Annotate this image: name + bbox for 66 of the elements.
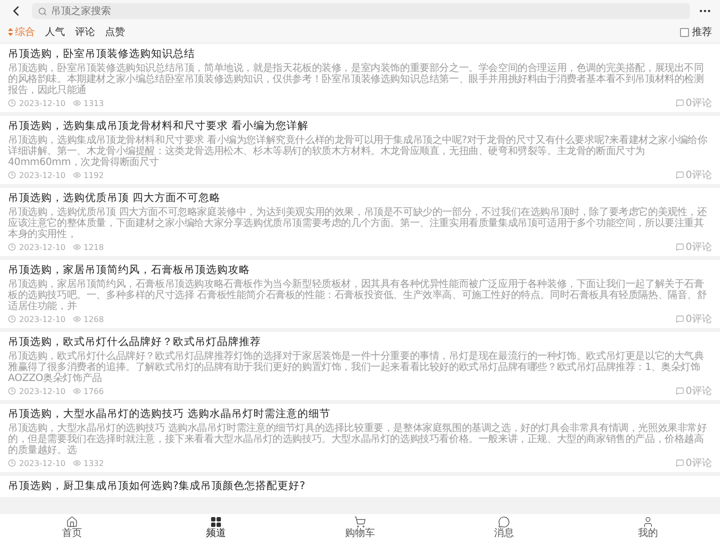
article-title: 吊顶选购，选购集成吊顶龙骨材料和尺寸要求 看小编为您详解 <box>8 120 310 133</box>
comment-icon <box>676 99 684 107</box>
article-card[interactable]: 吊顶选购，厨卫集成吊顶如何选购?集成吊顶颜色怎搭配更好? <box>0 476 720 497</box>
view-count: 1218 <box>84 242 104 252</box>
clock-icon <box>8 99 16 107</box>
article-date: 2023-12-10 <box>19 458 66 468</box>
article-summary: 吊顶选购，选购集成吊顶龙骨材料和尺寸要求 看小编为您详解究竟什么样的龙骨可以用于集成吊顶之中呢?对于龙骨的尺寸又有什么要求呢?来看建材之家小编给你详细讲解。第一、木龙骨小编提醒：这类龙骨选用松木、杉木等易钉的软质木方材料。木龙骨应顺直，无扭曲、硬弯和劈裂等。主龙骨的断面尺寸为40mm60mm，次龙骨得断面尺寸 <box>8 135 708 168</box>
article-title: 吊顶选购，大型水晶吊灯的选购技巧 选购水晶吊灯时需注意的细节 <box>8 408 332 421</box>
article-summary: 吊顶选购，选购优质吊顶 四大方面不可忽略家庭装修中，为达到美观实用的效果，吊顶是不可缺少的一部分，不过我们在选购吊顶时，除了要考虑它的美观性，还应该注意它的整体质量，下面建材之家小编给大家分享选购优质吊顶需要考虑的几个方面。第一、注重实用看质量集成吊顶可适用于多个功能空间，所以要注重其本身的实用性， <box>8 207 708 240</box>
view-count: 1766 <box>84 386 104 396</box>
article-card[interactable]: 吊顶选购，选购优质吊顶 四大方面不可忽略 吊顶选购，选购优质吊顶 四大方面不可忽略家庭装修中，为达到美观实用的效果，吊顶是不可缺少的一部分，不过我们在选购吊顶时，除了要考虑它的美观性，还应该注意它的整体质量，下面建材之家小编给大家分享选购优质吊顶需要考虑的几个方面。第一、注重实用看质量集成吊顶可适用于多个功能空间，所以要注重其本身的实用性， 2023-12-10 1218 0评论 <box>0 188 720 256</box>
user-icon <box>642 516 654 528</box>
clock-icon <box>8 315 16 323</box>
sort-tab[interactable]: 评论 <box>75 25 95 39</box>
nav-tab[interactable]: 频道 <box>186 516 246 538</box>
eye-icon <box>72 99 80 107</box>
recommend-checkbox[interactable]: 推荐 <box>680 25 712 39</box>
nav-tab[interactable]: 购物车 <box>330 516 390 538</box>
comment-icon <box>676 387 684 395</box>
article-title: 吊顶选购，选购优质吊顶 四大方面不可忽略 <box>8 192 222 205</box>
article-date: 2023-12-10 <box>19 386 66 396</box>
article-card[interactable] <box>0 404 720 472</box>
article-card[interactable]: 吊顶选购，卧室吊顶装修选购知识总结 吊顶选购，卧室吊顶装修选购知识总结吊顶，简单地说，就是指天花板的装修，是室内装饰的重要部分之一。学会空间的合理运用，色调的完美搭配，展现出不同的风格韵味。本期建材之家小编总结卧室吊顶装修选购知识，仅供参考！卧室吊顶装修选购知识总结第一、眼手并用挑好料由于消费者基本看不到吊顶材料的检测报告，因此只能通 2023-12-10 1313 0评论 <box>0 44 720 112</box>
eye-icon <box>72 243 80 251</box>
clock-icon <box>8 171 16 179</box>
clock-icon <box>8 387 16 395</box>
article-title: 吊顶选购，家居吊顶简约风，石膏板吊顶选购攻略 <box>8 264 251 277</box>
nav-tab[interactable]: 首页 <box>42 516 102 538</box>
eye-icon <box>72 459 80 467</box>
article-date: 2023-12-10 <box>19 170 66 180</box>
article-date: 2023-12-10 <box>19 98 66 108</box>
view-count: 1332 <box>84 458 104 468</box>
nav-tab[interactable]: 消息 <box>474 516 534 538</box>
view-count: 1192 <box>84 170 104 180</box>
eye-icon <box>72 171 80 179</box>
article-title: 吊顶选购，厨卫集成吊顶如何选购?集成吊顶颜色怎搭配更好? <box>8 480 306 493</box>
article-card[interactable] <box>0 116 720 184</box>
view-count: 1268 <box>84 314 104 324</box>
sort-icon <box>8 28 13 36</box>
sort-tab[interactable]: 点赞 <box>105 25 125 39</box>
article-summary: 吊顶选购，卧室吊顶装修选购知识总结吊顶，简单地说，就是指天花板的装修，是室内装饰的重要部分之一。学会空间的合理运用，色调的完美搭配，展现出不同的风格韵味。本期建材之家小编总结卧室吊顶装修选购知识，仅供参考！卧室吊顶装修选购知识总结第一、眼手并用挑好料由于消费者基本看不到吊顶材料的检测报告，因此只能通 <box>8 63 705 96</box>
comment-icon <box>676 171 684 179</box>
article-card[interactable]: 吊顶选购，家居吊顶简约风，石膏板吊顶选购攻略 吊顶选购，家居吊顶简约风，石膏板吊顶选购攻略石膏板作为当今新型轻质板材，因其具有各种优异性能而被广泛应用于各种装修，下面让我们一起了解关于石膏板的选购技巧吧。一、多种多样的尺寸选择 石膏板性能简介石膏板的性能：石膏板投资低、生产效率高、可施工性好的特点。同时石膏板具有轻质隔热、隔音、舒适居住功能，并 2023-12-10 1268 0评论 <box>0 260 720 328</box>
article-title: 吊顶选购，卧室吊顶装修选购知识总结 <box>8 48 196 61</box>
chat-icon <box>498 516 510 528</box>
clock-icon <box>8 459 16 467</box>
cart-icon <box>354 516 366 528</box>
comment-icon <box>676 243 684 251</box>
article-date: 2023-12-10 <box>19 314 66 324</box>
article-summary: 吊顶选购，家居吊顶简约风，石膏板吊顶选购攻略石膏板作为当今新型轻质板材，因其具有各种优异性能而被广泛应用于各种装修，下面让我们一起了解关于石膏板的选购技巧吧。一、多种多样的尺寸选择 石膏板性能简介石膏板的性能：石膏板投资低、生产效率高、可施工性好的特点。同时石膏板具有轻质隔热、隔音、舒适居住功能，并 <box>8 279 708 312</box>
clock-icon <box>8 243 16 251</box>
search-icon <box>38 6 47 16</box>
comment-icon <box>676 459 684 467</box>
home-icon <box>66 516 78 528</box>
grid-icon <box>210 516 222 528</box>
nav-tab[interactable]: 我的 <box>618 516 678 538</box>
article-date: 2023-12-10 <box>19 242 66 252</box>
eye-icon <box>72 387 80 395</box>
comment-icon <box>676 315 684 323</box>
view-count: 1313 <box>84 98 104 108</box>
sort-tab[interactable]: 人气 <box>45 25 65 39</box>
article-summary: 吊顶选购，大型水晶吊灯的选购技巧 选购水晶吊灯时需注意的细节灯具的选择比较重要，是整体家庭氛围的基调之选，好的灯具会非常具有情调，光照效果非常好的，但是需要我们在选择时就注意，接下来看看大型水晶吊灯的选购技巧。大型水晶吊灯的选购技巧看价格。一般来讲，正规、大型的商家销售的产品，价格越高的质量越好。选 <box>8 423 708 456</box>
article-title: 吊顶选购，欧式吊灯什么品牌好？欧式吊灯品牌推荐 <box>8 336 262 349</box>
eye-icon <box>72 315 80 323</box>
article-card[interactable]: 吊顶选购，欧式吊灯什么品牌好？欧式吊灯品牌推荐 吊顶选购，欧式吊灯什么品牌好？欧式吊灯品牌推荐灯饰的选择对于家居装饰是一件十分重要的事情，吊灯是现在最流行的一种灯饰。欧式吊灯更是以它的大气典雅赢得了很多消费者的追捧。了解欧式吊灯的品牌有助于我们更好的购置灯饰，我们一起来看看比较好的欧式吊灯品牌有哪些？欧式吊灯品牌推荐：1、奥朵灯饰AOZZO奥朵灯饰产品 2023-12-10 1766 0评论 <box>0 332 720 400</box>
article-summary: 吊顶选购，欧式吊灯什么品牌好？欧式吊灯品牌推荐灯饰的选择对于家居装饰是一件十分重要的事情，吊灯是现在最流行的一种灯饰。欧式吊灯更是以它的大气典雅赢得了很多消费者的追捧。了解欧式吊灯的品牌有助于我们更好的购置灯饰，我们一起来看看比较好的欧式吊灯品牌有哪些？欧式吊灯品牌推荐：1、奥朵灯饰AOZZO奥朵灯饰产品 <box>8 351 705 384</box>
